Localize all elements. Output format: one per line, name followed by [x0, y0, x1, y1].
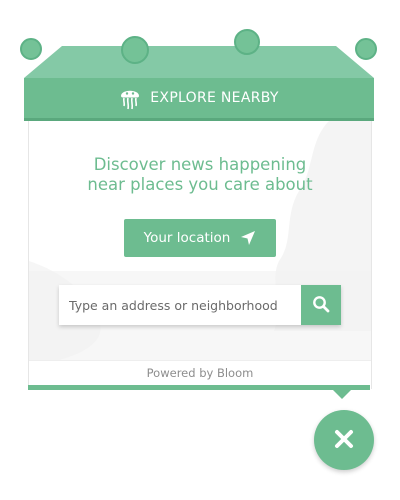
explore-nearby-widget: EXPLORE NEARBY Discover news happening n…	[0, 0, 400, 500]
awning-ornament	[121, 36, 149, 64]
awning-ornament	[20, 38, 42, 60]
awning-ornament	[234, 29, 260, 55]
headline-line-2: near places you care about	[87, 175, 313, 194]
search-bar	[59, 285, 341, 325]
your-location-button[interactable]: Your location	[124, 219, 276, 257]
awning-roof	[24, 46, 374, 78]
powered-by-footer: Powered by Bloom	[29, 360, 371, 386]
address-search-input[interactable]	[59, 285, 301, 325]
jellyfish-icon	[119, 85, 141, 111]
close-icon	[333, 428, 355, 453]
awning-ornament	[355, 38, 377, 60]
close-button[interactable]	[314, 410, 374, 470]
card-bottom-bar	[28, 385, 370, 390]
widget-body: Discover news happening near places you …	[28, 121, 372, 389]
header-title: EXPLORE NEARBY	[150, 90, 279, 106]
widget-header: EXPLORE NEARBY	[24, 78, 374, 121]
powered-by-text: Powered by Bloom	[146, 366, 254, 380]
card-pointer-notch	[333, 390, 351, 399]
navigation-arrow-icon	[240, 230, 256, 246]
your-location-label: Your location	[143, 230, 231, 246]
headline-line-1: Discover news happening	[93, 155, 307, 174]
headline: Discover news happening near places you …	[29, 155, 371, 195]
search-button[interactable]	[301, 285, 341, 325]
search-icon	[312, 295, 330, 316]
